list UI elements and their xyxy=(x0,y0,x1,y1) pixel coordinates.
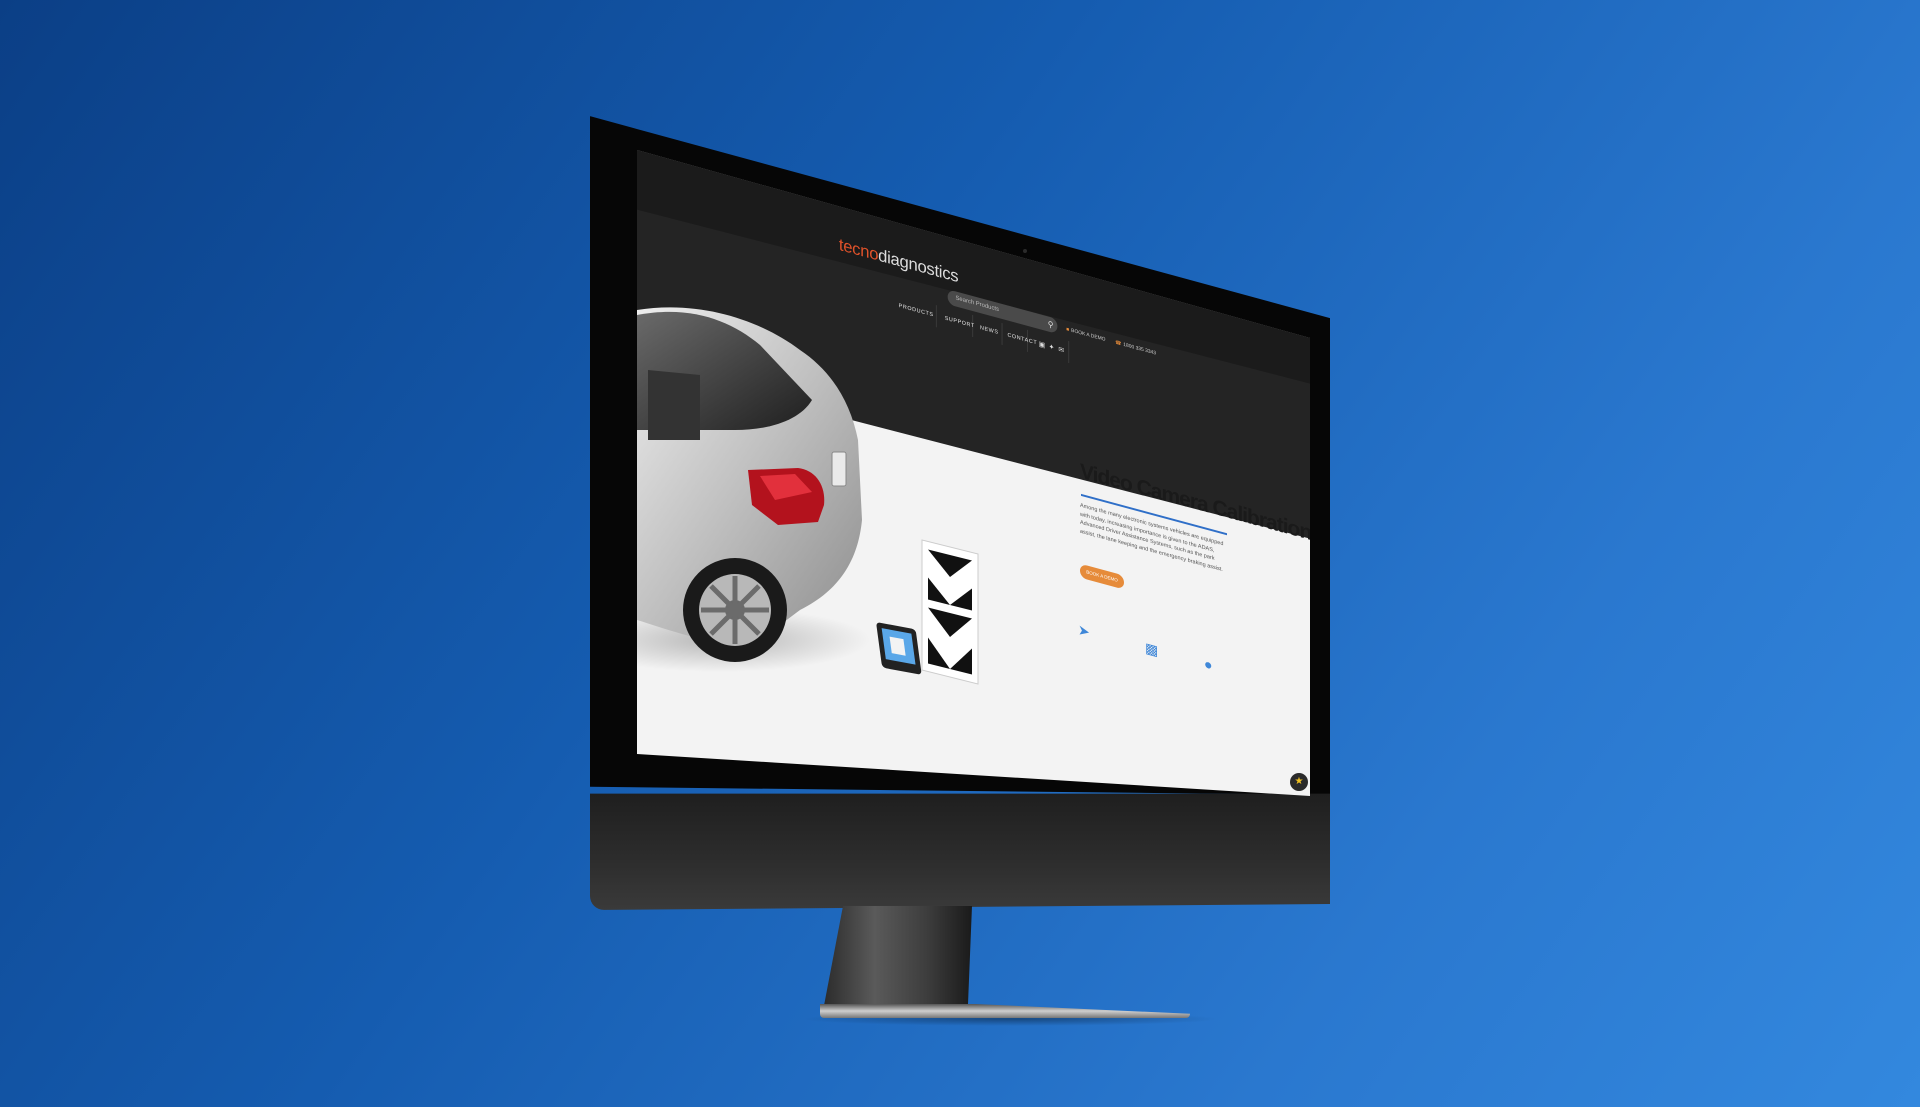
webcam-dot xyxy=(1023,249,1027,253)
diagnostic-tablet xyxy=(876,622,922,675)
box-icon[interactable]: ▩ xyxy=(1145,639,1158,660)
calibration-board xyxy=(921,539,979,685)
rocket-icon[interactable]: ➤ xyxy=(1078,621,1090,641)
monitor-stand-base xyxy=(820,1004,1190,1018)
chat-bubble-icon[interactable]: ● xyxy=(1204,655,1212,673)
monitor-stand-neck xyxy=(822,906,972,1016)
monitor-chin xyxy=(590,793,1330,910)
monitor-mockup: tecnodiagnostics Search Products ⚲ ■ BOOK… xyxy=(0,0,1920,1107)
chat-widget-button[interactable]: ★ xyxy=(1290,773,1308,791)
